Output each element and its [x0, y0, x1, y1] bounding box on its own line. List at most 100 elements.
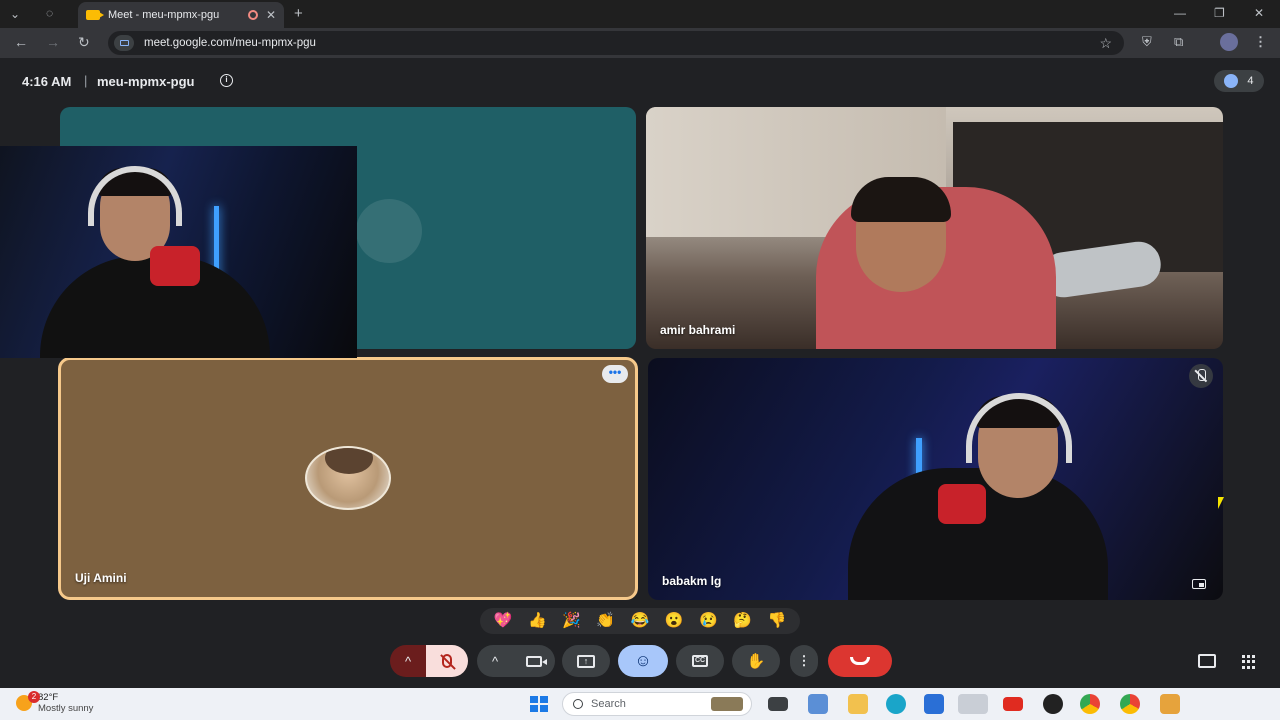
reaction-surprised[interactable]: 😮	[665, 612, 684, 630]
taskbar-search-box[interactable]: Search	[562, 692, 752, 716]
more-options-button[interactable]: ⋮	[790, 645, 818, 677]
reaction-clapping[interactable]: 👏	[596, 612, 615, 630]
captions-icon: CC	[692, 655, 708, 667]
extensions-puzzle-icon[interactable]: ⧉	[1174, 34, 1183, 50]
shield-extension-icon[interactable]: ⛨	[1142, 34, 1152, 50]
self-view-video[interactable]	[0, 146, 357, 358]
microphone-toggle-button[interactable]	[426, 645, 468, 677]
tab-title: Meet - meu-mpmx-pgu	[108, 9, 220, 21]
youtube-icon[interactable]	[1003, 697, 1023, 711]
task-view-icon[interactable]	[768, 697, 788, 711]
video-headset	[88, 166, 182, 226]
weather-widget[interactable]: 2 82°F Mostly sunny	[16, 691, 94, 714]
microsoft-store-icon[interactable]	[924, 694, 944, 714]
tab-search-icon[interactable]: ⌄	[10, 7, 20, 21]
hang-up-icon	[850, 657, 870, 665]
back-arrow-icon[interactable]: ←	[14, 34, 28, 50]
weather-temperature: 82°F	[38, 692, 59, 703]
browser-toolbar: ← → ↻ meet.google.com/meu-mpmx-pgu ☆ ⛨ ⧉…	[0, 28, 1280, 58]
participant-avatar	[305, 446, 391, 510]
search-placeholder: Search	[591, 698, 626, 710]
captions-button[interactable]: CC	[676, 645, 724, 677]
os-taskbar: 2 82°F Mostly sunny Search	[0, 688, 1280, 720]
meeting-info-icon[interactable]: i	[220, 74, 233, 87]
raise-hand-button[interactable]: ✋	[732, 645, 780, 677]
start-button[interactable]	[530, 696, 548, 712]
reaction-thumbs-down[interactable]: 👎	[768, 612, 787, 630]
file-explorer-icon[interactable]	[848, 694, 868, 714]
tab-close-icon[interactable]: ✕	[266, 8, 276, 22]
meeting-header: 4:16 AM | meu-mpmx-pgu i 4	[0, 58, 1280, 102]
recording-indicator-icon	[247, 10, 258, 20]
search-highlight-image	[711, 697, 743, 711]
site-info-icon[interactable]	[114, 35, 134, 51]
bookmark-star-icon[interactable]: ☆	[1099, 35, 1124, 52]
participant-tile-uji-active-speaker[interactable]: ••• Uji Amini	[58, 357, 638, 600]
tab-meet[interactable]: Meet - meu-mpmx-pgu ✕	[78, 2, 284, 28]
tab-groups-icon[interactable]: ◌	[46, 6, 53, 20]
participant-name: babakm lg	[662, 574, 722, 588]
muted-mic-icon	[1189, 364, 1213, 388]
camera-icon	[526, 655, 547, 667]
send-reaction-button[interactable]: ☺	[618, 645, 668, 677]
chrome-profile-icon[interactable]	[1120, 694, 1140, 714]
reaction-laughing[interactable]: 😂	[631, 612, 650, 630]
participant-name: Uji Amini	[75, 571, 127, 585]
search-icon	[573, 699, 583, 709]
participant-count: 4	[1247, 75, 1254, 87]
reactions-bar: 💖 👍 🎉 👏 😂 😮 😢 🤔 👎	[480, 608, 800, 634]
steam-icon[interactable]	[958, 694, 988, 714]
video-red-cup	[150, 246, 200, 286]
audio-options-button[interactable]: ^	[390, 645, 426, 677]
placeholder-avatar	[356, 199, 422, 263]
hand-icon: ✋	[746, 653, 766, 670]
reload-icon[interactable]: ↻	[78, 34, 90, 51]
activities-grid-icon[interactable]	[1242, 655, 1256, 669]
reaction-sad[interactable]: 😢	[699, 612, 718, 630]
meet-favicon-icon	[86, 10, 104, 20]
participant-tile-babak[interactable]: babakm lg	[648, 358, 1223, 600]
video-person-hair	[851, 177, 951, 222]
reaction-party-popper[interactable]: 🎉	[562, 612, 581, 630]
meeting-code: meu-mpmx-pgu	[97, 74, 195, 89]
video-options-button[interactable]: ^	[477, 645, 513, 677]
reaction-sparkling-heart[interactable]: 💖	[494, 612, 513, 630]
tile-more-options-button[interactable]: •••	[602, 365, 628, 383]
window-restore-button[interactable]: ❐	[1214, 6, 1225, 20]
edge-browser-icon[interactable]	[886, 694, 906, 714]
url-text: meet.google.com/meu-mpmx-pgu	[144, 37, 316, 49]
more-vert-icon: ⋮	[797, 653, 811, 668]
weather-sun-icon: 2	[16, 691, 40, 711]
new-tab-button[interactable]: +	[294, 5, 303, 22]
picture-in-picture-icon[interactable]	[1192, 579, 1206, 589]
forward-arrow-icon[interactable]: →	[46, 34, 60, 50]
notification-badge: 2	[28, 691, 40, 703]
address-bar[interactable]: meet.google.com/meu-mpmx-pgu ☆	[108, 31, 1124, 55]
camera-toggle-button[interactable]	[513, 645, 555, 677]
reaction-thumbs-up[interactable]: 👍	[528, 612, 547, 630]
leave-call-button[interactable]	[828, 645, 892, 677]
mic-off-icon	[440, 654, 456, 670]
mouse-cursor-icon	[1218, 497, 1224, 509]
microsoft-365-icon[interactable]	[808, 694, 828, 714]
game-app-icon[interactable]	[1043, 694, 1063, 714]
video-red-cup	[938, 484, 986, 524]
present-screen-button[interactable]: ↑	[562, 645, 610, 677]
participants-avatar-icon	[1224, 74, 1239, 88]
chrome-icon[interactable]	[1080, 694, 1100, 714]
profile-avatar[interactable]	[1220, 33, 1238, 51]
pinned-app-icon[interactable]	[1160, 694, 1180, 714]
weather-condition: Mostly sunny	[38, 703, 94, 714]
window-close-button[interactable]: ✕	[1254, 6, 1264, 20]
browser-menu-icon[interactable]: ⋮	[1254, 34, 1267, 50]
chat-icon[interactable]	[1198, 654, 1216, 668]
present-screen-icon: ↑	[577, 654, 595, 668]
browser-tab-bar: ⌄ ◌ Meet - meu-mpmx-pgu ✕ + — ❐ ✕	[0, 0, 1280, 28]
window-minimize-button[interactable]: —	[1174, 6, 1186, 20]
participant-tile-amir[interactable]: amir bahrami	[646, 107, 1223, 349]
emoji-icon: ☺	[634, 651, 652, 670]
reaction-thinking[interactable]: 🤔	[733, 612, 752, 630]
meeting-time: 4:16 AM	[22, 74, 72, 89]
header-separator: |	[84, 73, 88, 88]
participants-button[interactable]: 4	[1214, 70, 1264, 92]
